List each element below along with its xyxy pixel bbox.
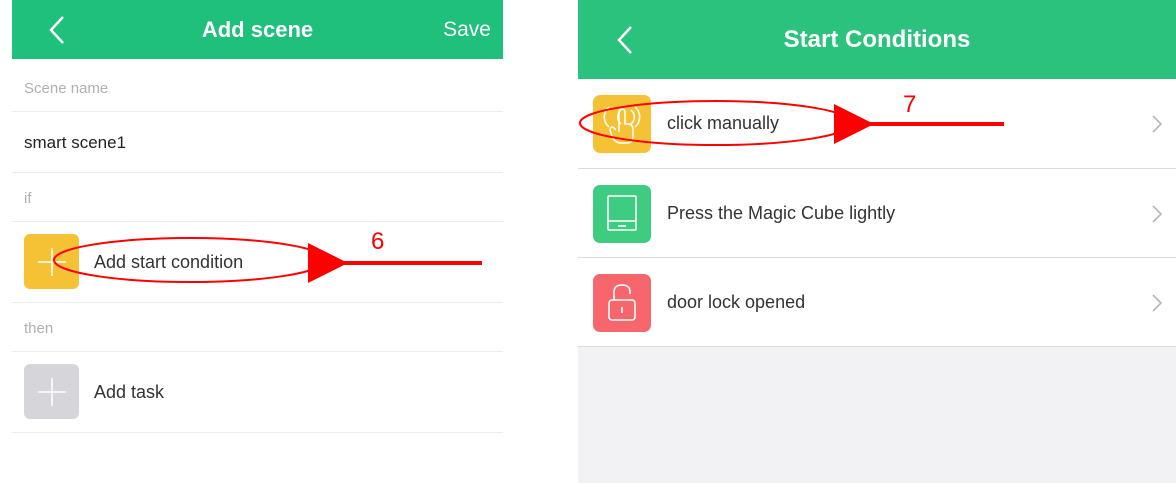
add-scene-navbar: Add scene Save — [12, 0, 503, 59]
chevron-right-icon — [1152, 79, 1162, 168]
condition-label: door lock opened — [667, 292, 806, 312]
add-condition-icon — [24, 234, 79, 289]
unlock-icon — [593, 274, 651, 332]
condition-click-manually[interactable]: click manually — [578, 79, 1176, 168]
add-task-label: Add task — [94, 381, 165, 402]
chevron-right-icon — [1152, 258, 1162, 347]
page-title: Start Conditions — [783, 25, 971, 53]
scene-name-field[interactable]: smart scene1 — [24, 133, 126, 153]
plus-icon — [37, 377, 66, 406]
scene-name-label: Scene name — [24, 80, 109, 97]
divider — [12, 302, 503, 303]
cube-glyph — [607, 195, 637, 231]
plus-icon — [37, 247, 66, 276]
divider — [578, 346, 1176, 347]
start-conditions-navbar: Start Conditions — [578, 0, 1176, 79]
start-conditions-screen: Start Conditions click manually Press th… — [578, 0, 1176, 483]
save-button[interactable]: Save — [443, 0, 491, 59]
hand-tap-glyph — [603, 106, 641, 144]
add-scene-screen: Add scene Save Scene name smart scene1 i… — [12, 0, 503, 483]
chevron-right-icon — [1152, 169, 1162, 258]
add-start-condition-label: Add start condition — [94, 251, 244, 272]
hand-tap-icon — [593, 95, 651, 153]
annotation-number-7: 7 — [903, 91, 917, 118]
back-button[interactable] — [590, 0, 660, 79]
condition-label: click manually — [667, 113, 780, 133]
magic-cube-icon — [593, 185, 651, 243]
back-button[interactable] — [22, 0, 92, 59]
divider — [12, 172, 503, 173]
condition-door-lock-opened[interactable]: door lock opened — [578, 258, 1176, 347]
annotation-number-6: 6 — [371, 228, 385, 255]
chevron-left-icon — [617, 25, 632, 54]
divider — [12, 432, 503, 433]
chevron-left-icon — [49, 15, 64, 44]
if-section-label: if — [24, 190, 32, 207]
condition-label: Press the Magic Cube lightly — [667, 203, 896, 223]
unlock-glyph — [608, 284, 636, 321]
add-task-icon — [24, 364, 79, 419]
then-section-label: then — [24, 320, 54, 337]
add-task-row[interactable]: Add task — [12, 352, 503, 432]
divider — [12, 111, 503, 112]
condition-list: click manually Press the Magic Cube ligh… — [578, 79, 1176, 347]
add-start-condition-row[interactable]: Add start condition — [12, 222, 503, 302]
condition-press-magic-cube[interactable]: Press the Magic Cube lightly — [578, 169, 1176, 258]
